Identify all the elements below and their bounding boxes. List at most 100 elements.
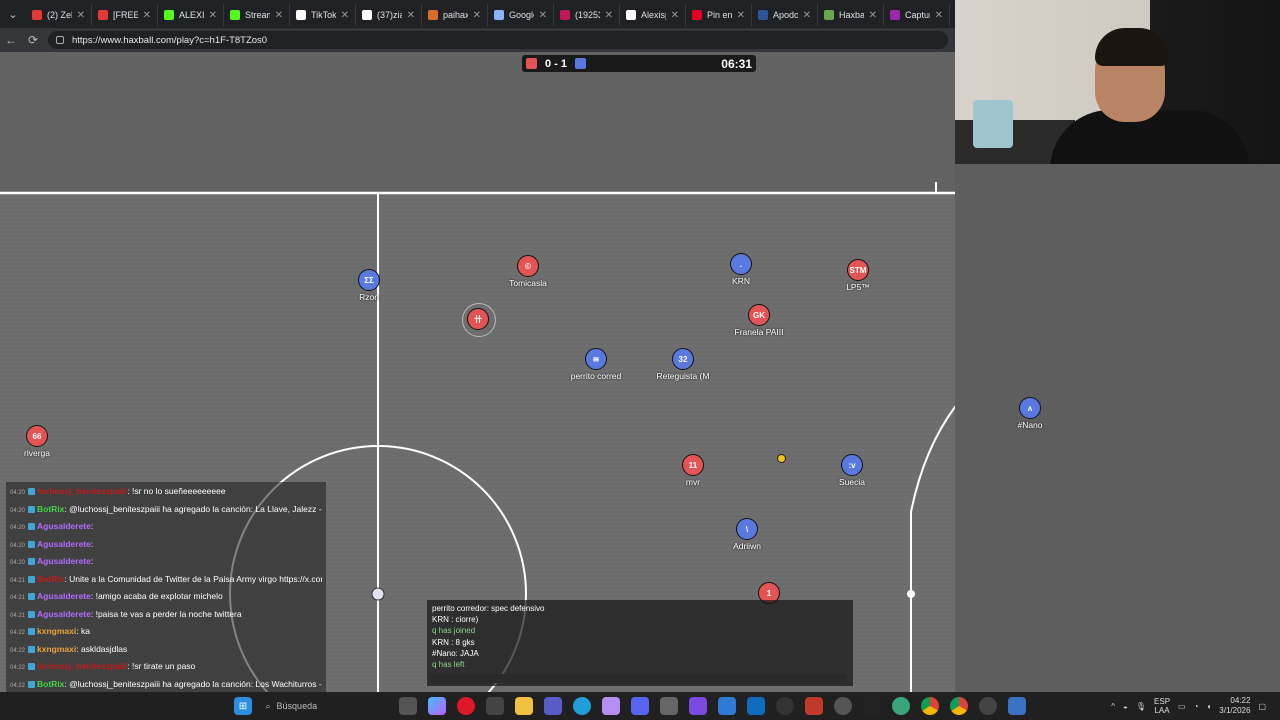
terminal-icon[interactable] <box>863 697 881 715</box>
chat-badge-icon <box>28 540 36 548</box>
tab-close-icon[interactable]: ✕ <box>143 10 151 21</box>
language-indicator[interactable]: ESP LAA <box>1154 697 1170 715</box>
browser-tab[interactable]: paihax ✕ <box>422 4 488 26</box>
photos-icon[interactable] <box>718 697 736 715</box>
browser-tab[interactable]: Haxball ✕ <box>818 4 884 26</box>
settings-icon[interactable] <box>834 697 852 715</box>
app-icon[interactable] <box>689 697 707 715</box>
microphone-icon[interactable]: 🎙 <box>1136 702 1146 711</box>
outlook-icon[interactable] <box>747 697 765 715</box>
start-button[interactable]: ⊞ <box>234 697 252 715</box>
tab-label: Haxball <box>839 10 864 20</box>
browser-tab[interactable]: Captura ✕ <box>884 4 950 26</box>
browser-tab[interactable]: Google ✕ <box>488 4 554 26</box>
tray-chevron-icon[interactable]: ^ <box>1111 702 1115 711</box>
chrome-icon[interactable] <box>921 697 939 715</box>
tab-close-icon[interactable]: ✕ <box>605 10 613 21</box>
back-icon[interactable]: ← <box>0 28 22 52</box>
chat-text: : @luchossj_beniteszpaiii ha agregado la… <box>64 503 322 514</box>
opera-icon[interactable] <box>457 697 475 715</box>
calculator-icon[interactable] <box>1008 697 1026 715</box>
tab-label: [FREE] I <box>113 10 138 20</box>
tab-favicon-icon <box>296 10 306 20</box>
webcam-person-hair <box>1095 28 1169 66</box>
clock-date: 3/1/2026 <box>1219 706 1251 715</box>
site-info-icon[interactable] <box>56 36 64 44</box>
browser-tab[interactable]: (37)zian ✕ <box>356 4 422 26</box>
tab-favicon-icon <box>560 10 570 20</box>
edge-icon[interactable] <box>573 697 591 715</box>
chat-message: 04:22 luchossj_beniteszpaiii: !sr tirate … <box>10 659 322 677</box>
browser-tab[interactable]: (2) Zell ✕ <box>26 4 92 26</box>
player-disc: ΣΣ <box>358 269 380 291</box>
chat-text: : askldasjdlas <box>76 643 128 654</box>
tab-label: Alexisp <box>641 10 666 20</box>
browser-tab[interactable]: [FREE] I ✕ <box>92 4 158 26</box>
address-bar: ← ⟳ https://www.haxball.com/play?c=h1F-T… <box>0 28 955 52</box>
url-field[interactable]: https://www.haxball.com/play?c=h1F-T8TZo… <box>48 31 948 49</box>
tab-favicon-icon <box>362 10 372 20</box>
browser-tab[interactable]: (19253 ✕ <box>554 4 620 26</box>
player-disc: 66 <box>26 425 48 447</box>
chat-username: Agusalderete <box>37 556 91 566</box>
game-chat-line: q has joined <box>432 626 476 636</box>
stream-chat-overlay: 04:20 luchossj_beniteszpaiii: !sr no lo s… <box>6 482 326 720</box>
ccleaner-icon[interactable] <box>660 697 678 715</box>
chat-username: kxngmaxi <box>37 643 77 654</box>
tab-search-icon[interactable]: ⌄ <box>0 0 26 28</box>
browser-tab[interactable]: Apodos ✕ <box>752 4 818 26</box>
browser-tab[interactable]: Stream ✕ <box>224 4 290 26</box>
wifi-icon[interactable]: ◔ <box>1194 702 1199 711</box>
pen-icon[interactable] <box>544 697 562 715</box>
clock[interactable]: 04:22 3/1/2026 <box>1219 696 1250 716</box>
game-chat-input[interactable] <box>431 674 847 683</box>
obs-icon[interactable] <box>776 697 794 715</box>
tab-label: (2) Zell <box>47 10 72 20</box>
player-disc: GK <box>748 304 770 326</box>
chat-message: 04:21 BotRix: Unite a la Comunidad de Twi… <box>10 572 322 590</box>
tab-close-icon[interactable]: ✕ <box>77 10 85 21</box>
player-name: KRN <box>732 276 750 286</box>
browser-tab[interactable]: Alexisp ✕ <box>620 4 686 26</box>
tab-label: Pin en I <box>707 10 732 20</box>
copilot-icon[interactable] <box>428 697 446 715</box>
chat-badge-icon <box>28 523 36 531</box>
tray-app-icon[interactable]: ◒ <box>1123 702 1128 711</box>
network-app-icon[interactable] <box>892 697 910 715</box>
task-view-icon[interactable] <box>399 697 417 715</box>
vpn-icon[interactable] <box>602 697 620 715</box>
webcam-overlay <box>955 0 1280 164</box>
chat-timestamp: 04:21 <box>10 595 26 601</box>
notification-icon[interactable]: ▢ <box>1258 702 1266 711</box>
discord-icon[interactable] <box>631 697 649 715</box>
browser-tab[interactable]: ALEXIS ✕ <box>158 4 224 26</box>
chrome-profile-icon[interactable] <box>950 697 968 715</box>
tab-close-icon[interactable]: ✕ <box>539 10 547 21</box>
taskbar-search[interactable]: ⌕ Búsqueda <box>266 696 386 716</box>
tab-close-icon[interactable]: ✕ <box>407 10 415 21</box>
chat-badge-icon <box>28 488 36 496</box>
chat-text: : Unite a la Comunidad de Twitter de la … <box>64 573 322 584</box>
browser-tab[interactable]: Pin en I ✕ <box>686 4 752 26</box>
volume-icon[interactable]: ◖ <box>1206 702 1211 711</box>
chat-username: Agusalderete <box>37 608 91 619</box>
search-icon: ⌕ <box>265 700 271 711</box>
tab-close-icon[interactable]: ✕ <box>671 10 679 21</box>
file-explorer-icon[interactable] <box>515 697 533 715</box>
chat-timestamp: 04:20 <box>10 542 26 549</box>
tab-close-icon[interactable]: ✕ <box>737 10 745 21</box>
tab-close-icon[interactable]: ✕ <box>209 10 217 21</box>
tab-close-icon[interactable]: ✕ <box>341 10 349 21</box>
display-icon[interactable]: ▭ <box>1178 702 1186 711</box>
media-icon[interactable] <box>805 697 823 715</box>
tab-close-icon[interactable]: ✕ <box>869 10 877 21</box>
tab-close-icon[interactable]: ✕ <box>473 10 481 21</box>
reload-icon[interactable]: ⟳ <box>22 28 44 52</box>
store-icon[interactable] <box>486 697 504 715</box>
steam-icon[interactable] <box>979 697 997 715</box>
chat-text: : !sr tirate un paso <box>127 661 196 671</box>
browser-tab[interactable]: TikTok ✕ <box>290 4 356 26</box>
tab-close-icon[interactable]: ✕ <box>803 10 811 21</box>
tab-close-icon[interactable]: ✕ <box>275 10 283 21</box>
tab-close-icon[interactable]: ✕ <box>935 10 943 21</box>
